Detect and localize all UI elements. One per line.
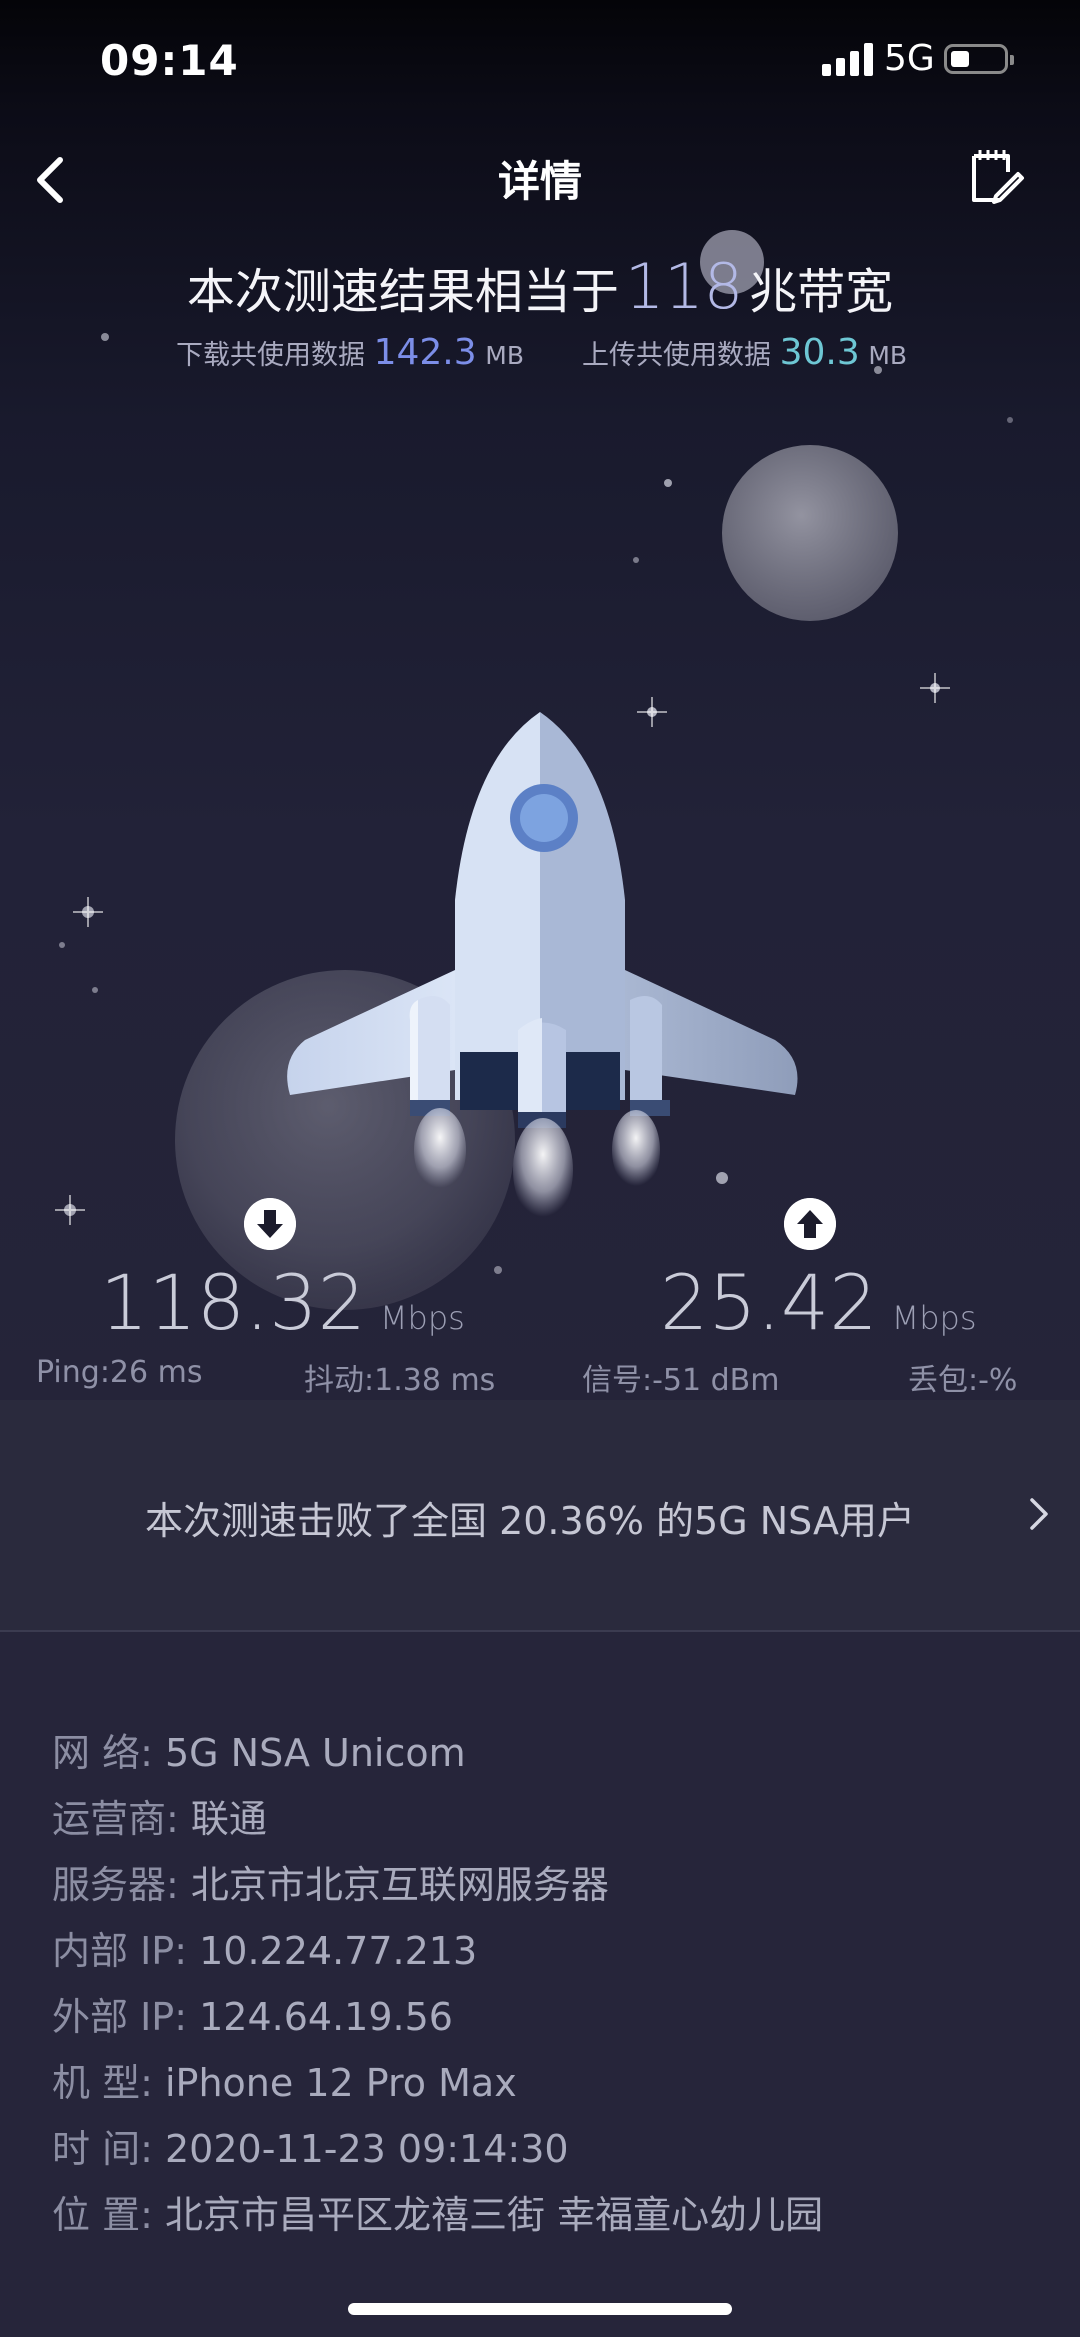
- upload-usage-value: 30.3: [779, 332, 860, 373]
- info-value: 2020-11-23 09:14:30: [164, 2127, 569, 2171]
- info-value: 北京市昌平区龙禧三街 幸福童心幼儿园: [164, 2193, 824, 2237]
- download-usage-label: 下载共使用数据: [176, 340, 365, 371]
- packet-loss-metric: 丢包:-%: [908, 1363, 1018, 1398]
- info-row-location: 位 置: 北京市昌平区龙禧三街 幸福童心幼儿园: [52, 2184, 823, 2250]
- summary-prefix: 本次测速结果相当于: [186, 264, 619, 320]
- info-row-network: 网 络: 5G NSA Unicom: [52, 1722, 823, 1788]
- info-row-server: 服务器: 北京市北京互联网服务器: [52, 1854, 823, 1920]
- nav-bar: 详情: [0, 130, 1080, 220]
- ranking-text: 本次测速击败了全国 20.36% 的5G NSA用户: [144, 1499, 915, 1543]
- download-speed: 118.32 Mbps: [100, 1258, 465, 1347]
- info-value: 北京市北京互联网服务器: [190, 1863, 609, 1907]
- status-bar: 09:14 5G: [0, 0, 1080, 120]
- bandwidth-value: 118: [624, 250, 744, 323]
- info-label: 网 络:: [52, 1731, 153, 1775]
- status-time: 09:14: [100, 36, 239, 85]
- info-label: 位 置:: [52, 2193, 153, 2237]
- summary-suffix: 兆带宽: [749, 264, 894, 320]
- jitter-metric: 抖动:1.38 ms: [304, 1363, 496, 1398]
- info-value: 124.64.19.56: [199, 1995, 453, 2039]
- upload-usage-unit: MB: [868, 341, 908, 370]
- download-speed-unit: Mbps: [379, 1299, 465, 1337]
- planet-small: [722, 445, 898, 621]
- upload-speed: 25.42 Mbps: [660, 1258, 976, 1347]
- info-value: iPhone 12 Pro Max: [164, 2061, 517, 2105]
- info-row-carrier: 运营商: 联通: [52, 1788, 823, 1854]
- home-indicator[interactable]: [348, 2303, 732, 2315]
- info-label: 机 型:: [52, 2061, 153, 2105]
- info-row-internal-ip: 内部 IP: 10.224.77.213: [52, 1920, 823, 1986]
- info-row-time: 时 间: 2020-11-23 09:14:30: [52, 2118, 823, 2184]
- signal-metric: 信号:-51 dBm: [582, 1363, 780, 1398]
- info-value: 5G NSA Unicom: [164, 1731, 466, 1775]
- info-label: 外部 IP:: [52, 1995, 188, 2039]
- chevron-right-icon: [1030, 1498, 1048, 1530]
- upload-speed-value: 25.42: [660, 1258, 878, 1347]
- download-usage-value: 142.3: [373, 332, 477, 373]
- info-label: 服务器:: [52, 1863, 179, 1907]
- info-value: 10.224.77.213: [199, 1929, 478, 1973]
- ranking-row[interactable]: 本次测速击败了全国 20.36% 的5G NSA用户: [0, 1400, 1080, 1632]
- arrow-up-icon: [784, 1198, 836, 1250]
- page-title: 详情: [497, 157, 582, 206]
- test-info-list: 网 络: 5G NSA Unicom 运营商: 联通 服务器: 北京市北京互联网…: [52, 1722, 823, 2250]
- info-value: 联通: [190, 1797, 267, 1841]
- battery-icon: [944, 44, 1014, 74]
- download-data-usage: 下载共使用数据 142.3 MB: [176, 332, 524, 373]
- download-speed-value: 118.32: [100, 1258, 366, 1347]
- cellular-signal-icon: [822, 42, 876, 76]
- upload-usage-label: 上传共使用数据: [582, 340, 771, 371]
- bandwidth-summary: 本次测速结果相当于118 兆带宽: [0, 250, 1080, 323]
- network-type: 5G: [884, 38, 935, 79]
- upload-speed-unit: Mbps: [891, 1299, 977, 1337]
- ping-metric: Ping:26 ms: [36, 1355, 203, 1390]
- info-label: 时 间:: [52, 2127, 153, 2171]
- info-label: 内部 IP:: [52, 1929, 188, 1973]
- info-label: 运营商:: [52, 1797, 179, 1841]
- upload-data-usage: 上传共使用数据 30.3 MB: [582, 332, 907, 373]
- info-row-external-ip: 外部 IP: 124.64.19.56: [52, 1986, 823, 2052]
- arrow-down-icon: [244, 1198, 296, 1250]
- info-row-device-model: 机 型: iPhone 12 Pro Max: [52, 2052, 823, 2118]
- edit-note-icon[interactable]: [960, 142, 1030, 212]
- speed-result-hero: 09:14 5G 详情 本次测速结果相当于118 兆带宽 下载共使用数据 142.…: [0, 0, 1080, 1400]
- download-usage-unit: MB: [485, 341, 524, 370]
